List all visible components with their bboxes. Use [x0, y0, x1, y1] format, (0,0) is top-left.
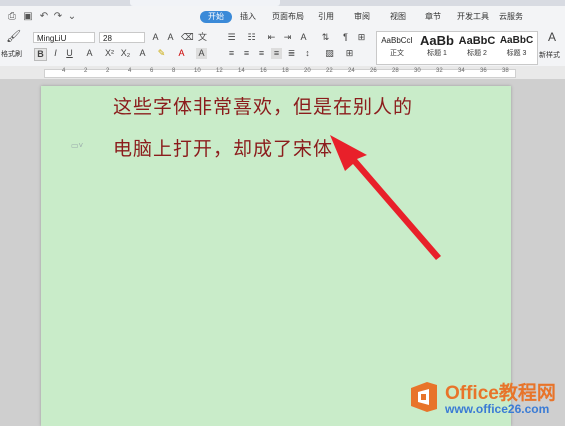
office-logo-icon: [411, 382, 437, 412]
watermark-brand: Office教程网: [445, 383, 556, 404]
watermark: Office教程网 www.office26.com: [405, 378, 565, 424]
watermark-url: www.office26.com: [445, 402, 550, 416]
annotation-arrow-icon: [330, 135, 441, 260]
